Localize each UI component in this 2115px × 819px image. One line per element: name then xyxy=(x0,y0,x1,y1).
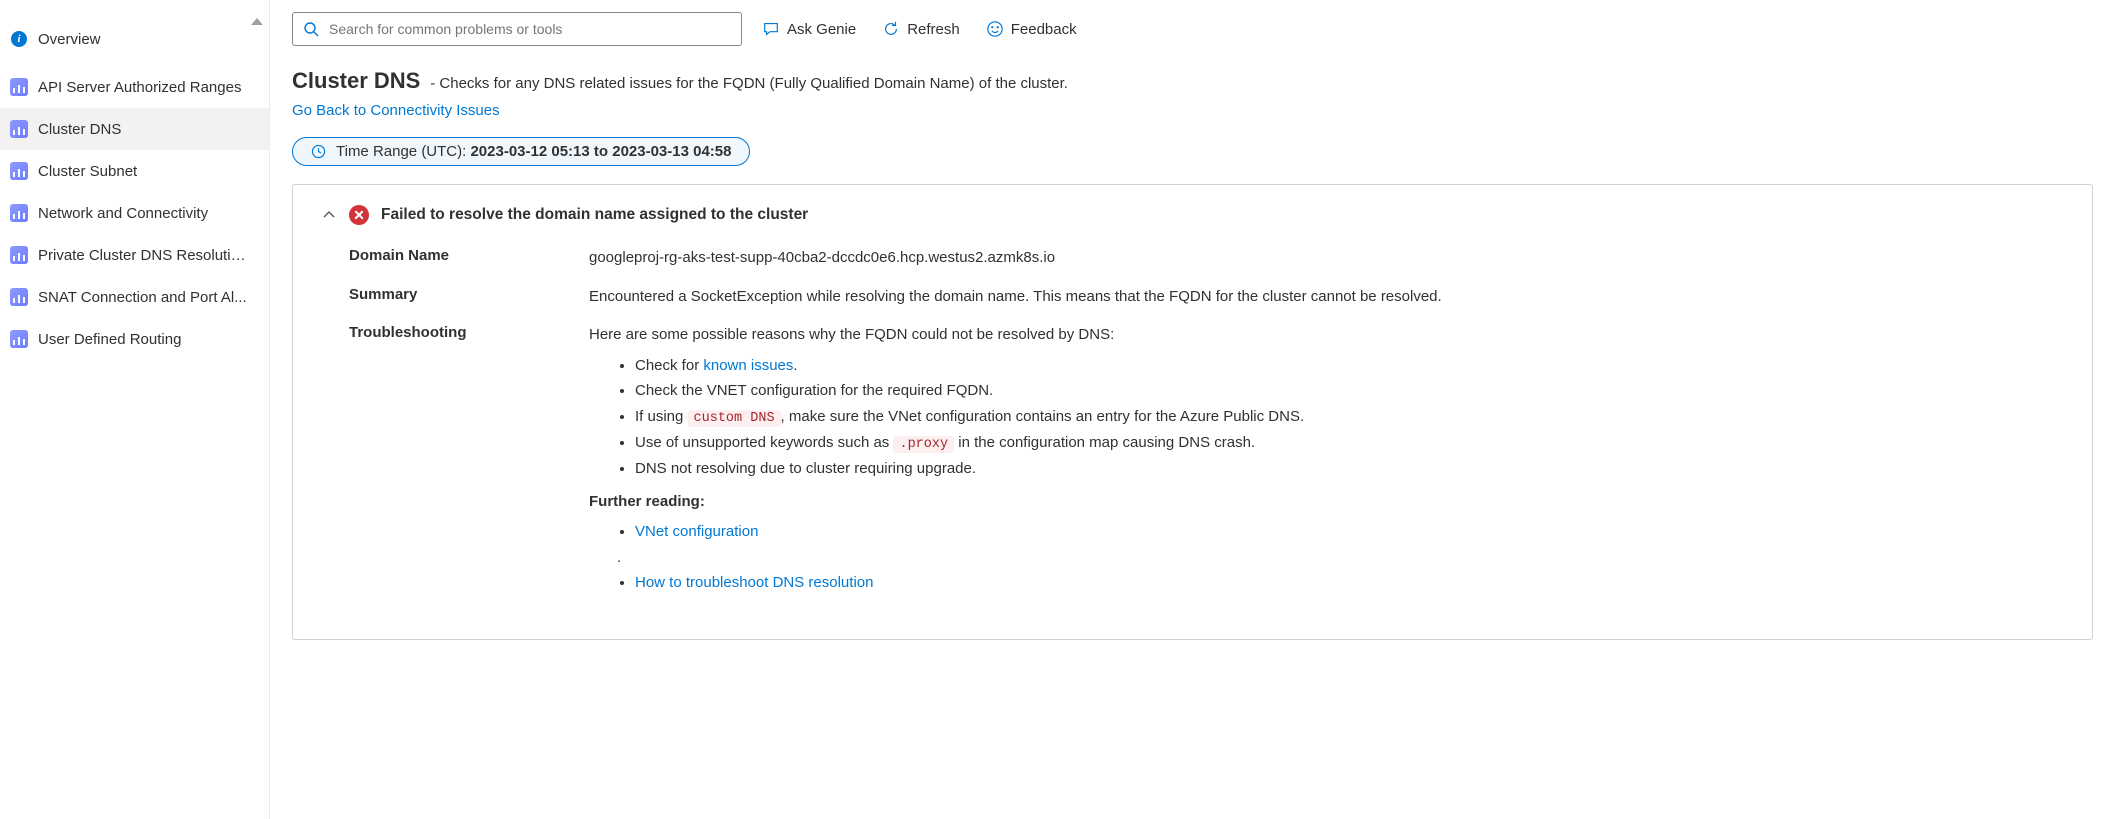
sidebar-item-label: Cluster Subnet xyxy=(38,163,137,180)
sidebar-item-overview[interactable]: i Overview xyxy=(0,18,269,60)
sidebar-item-private-dns[interactable]: Private Cluster DNS Resolutio... xyxy=(0,234,269,276)
refresh-button[interactable]: Refresh xyxy=(876,12,966,46)
chat-icon xyxy=(762,20,780,38)
sidebar-item-label: SNAT Connection and Port Al... xyxy=(38,289,247,306)
list-item: VNet configuration xyxy=(635,521,2064,544)
chart-icon xyxy=(10,246,28,264)
row-troubleshooting: Troubleshooting Here are some possible r… xyxy=(349,316,2064,611)
chart-icon xyxy=(10,330,28,348)
sidebar-item-label: Private Cluster DNS Resolutio... xyxy=(38,247,248,264)
back-link[interactable]: Go Back to Connectivity Issues xyxy=(292,102,2093,119)
page-header: Cluster DNS - Checks for any DNS related… xyxy=(292,68,2093,94)
sidebar-collapse-caret[interactable] xyxy=(251,18,263,25)
toolbar: Ask Genie Refresh Feedback xyxy=(292,12,2093,46)
clock-icon xyxy=(311,144,326,159)
sidebar-item-api-server[interactable]: API Server Authorized Ranges xyxy=(0,66,269,108)
sidebar-item-network[interactable]: Network and Connectivity xyxy=(0,192,269,234)
diagnostic-panel: Failed to resolve the domain name assign… xyxy=(292,184,2093,640)
known-issues-link[interactable]: known issues xyxy=(703,357,793,374)
detail-label: Troubleshooting xyxy=(349,324,589,603)
detail-value: Encountered a SocketException while reso… xyxy=(589,286,2064,309)
chevron-up-icon[interactable] xyxy=(321,207,337,223)
main-content: Ask Genie Refresh Feedback Cluster DNS -… xyxy=(270,0,2115,819)
time-range-label: Time Range (UTC): xyxy=(336,143,470,160)
info-icon: i xyxy=(10,30,28,48)
chart-icon xyxy=(10,288,28,306)
search-box[interactable] xyxy=(292,12,742,46)
feedback-button[interactable]: Feedback xyxy=(980,12,1083,46)
page-description: - Checks for any DNS related issues for … xyxy=(430,75,1068,92)
troubleshooting-intro: Here are some possible reasons why the F… xyxy=(589,326,1114,343)
ask-genie-button[interactable]: Ask Genie xyxy=(756,12,862,46)
sidebar-item-snat[interactable]: SNAT Connection and Port Al... xyxy=(0,276,269,318)
search-input[interactable] xyxy=(329,21,731,37)
row-summary: Summary Encountered a SocketException wh… xyxy=(349,278,2064,317)
button-label: Feedback xyxy=(1011,21,1077,38)
sidebar-item-label: User Defined Routing xyxy=(38,331,181,348)
sidebar-item-cluster-subnet[interactable]: Cluster Subnet xyxy=(0,150,269,192)
code-proxy: .proxy xyxy=(893,436,954,453)
list-item: DNS not resolving due to cluster requiri… xyxy=(635,458,2064,481)
sidebar-item-label: Overview xyxy=(38,31,101,48)
panel-title: Failed to resolve the domain name assign… xyxy=(381,206,808,224)
sidebar-item-cluster-dns[interactable]: Cluster DNS xyxy=(0,108,269,150)
search-icon xyxy=(303,21,319,37)
further-reading-heading: Further reading: xyxy=(589,491,2064,514)
list-item: Use of unsupported keywords such as .pro… xyxy=(635,432,2064,455)
detail-label: Domain Name xyxy=(349,247,589,270)
further-reading-list: VNet configuration . How to troubleshoot… xyxy=(589,521,2064,595)
detail-label: Summary xyxy=(349,286,589,309)
list-item: Check for known issues. xyxy=(635,355,2064,378)
sidebar-item-label: Cluster DNS xyxy=(38,121,121,138)
button-label: Ask Genie xyxy=(787,21,856,38)
smile-icon xyxy=(986,20,1004,38)
chart-icon xyxy=(10,204,28,222)
list-item: How to troubleshoot DNS resolution xyxy=(635,572,2064,595)
time-range-pill[interactable]: Time Range (UTC): 2023-03-12 05:13 to 20… xyxy=(292,137,750,166)
detail-value: googleproj-rg-aks-test-supp-40cba2-dccdc… xyxy=(589,247,2064,270)
chart-icon xyxy=(10,78,28,96)
troubleshooting-list: Check for known issues. Check the VNET c… xyxy=(589,355,2064,481)
time-range-value: 2023-03-12 05:13 to 2023-03-13 04:58 xyxy=(470,143,731,160)
panel-header[interactable]: Failed to resolve the domain name assign… xyxy=(321,205,2064,225)
vnet-config-link[interactable]: VNet configuration xyxy=(635,523,758,540)
chart-icon xyxy=(10,162,28,180)
sidebar-item-label: API Server Authorized Ranges xyxy=(38,79,241,96)
code-custom-dns: custom DNS xyxy=(688,410,781,427)
chart-icon xyxy=(10,120,28,138)
sidebar-item-udr[interactable]: User Defined Routing xyxy=(0,318,269,360)
list-item: . xyxy=(617,547,2064,570)
page-title: Cluster DNS xyxy=(292,68,420,93)
detail-grid: Domain Name googleproj-rg-aks-test-supp-… xyxy=(349,239,2064,611)
list-item: Check the VNET configuration for the req… xyxy=(635,380,2064,403)
detail-value: Here are some possible reasons why the F… xyxy=(589,324,2064,603)
list-item: If using custom DNS, make sure the VNet … xyxy=(635,406,2064,429)
error-icon xyxy=(349,205,369,225)
row-domain-name: Domain Name googleproj-rg-aks-test-supp-… xyxy=(349,239,2064,278)
button-label: Refresh xyxy=(907,21,960,38)
refresh-icon xyxy=(882,20,900,38)
sidebar-item-label: Network and Connectivity xyxy=(38,205,208,222)
dns-troubleshoot-link[interactable]: How to troubleshoot DNS resolution xyxy=(635,574,873,591)
sidebar: i Overview API Server Authorized Ranges … xyxy=(0,0,270,819)
